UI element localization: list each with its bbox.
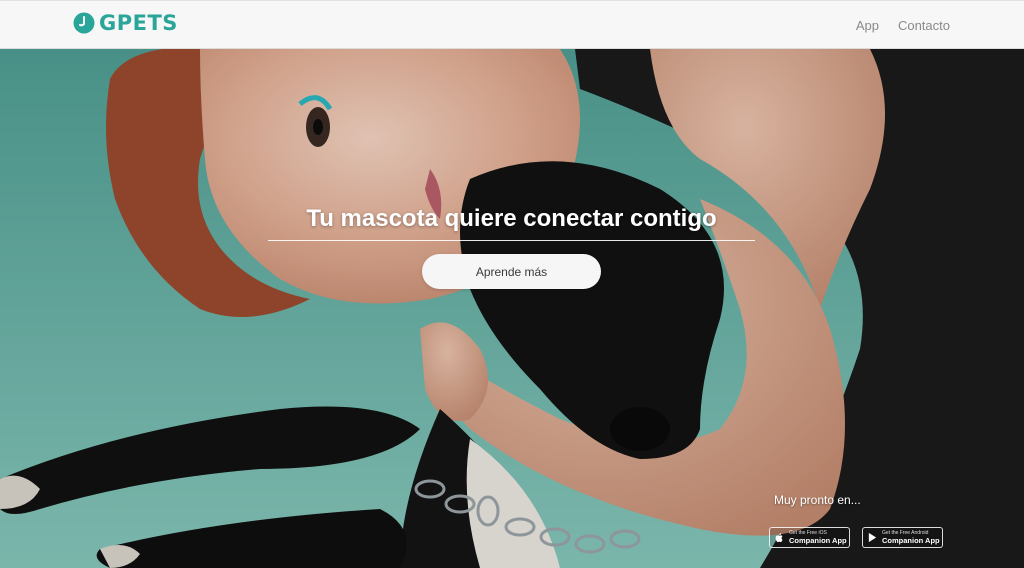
navbar: GPETS App Contacto (0, 0, 1024, 49)
landing-page: GPETS App Contacto Tu mascota quiere con… (0, 0, 1024, 568)
coming-soon-text: Muy pronto en... (774, 493, 861, 507)
logo-icon (73, 12, 95, 34)
google-play-icon (868, 532, 877, 543)
apple-icon (775, 533, 783, 543)
brand-name: GPETS (99, 11, 178, 35)
learn-more-button[interactable]: Aprende más (422, 254, 601, 289)
nav-links: App Contacto (856, 17, 950, 35)
hero-overlay (0, 49, 1024, 568)
hero-headline: Tu mascota quiere conectar contigo (306, 205, 717, 232)
nav-link-app[interactable]: App (856, 17, 879, 35)
ios-badge-main-text: Companion App (789, 536, 847, 545)
ios-badge-text: Get the Free iOS Companion App (789, 530, 847, 545)
android-badge-text: Get the Free Android Companion App (882, 530, 940, 545)
google-play-badge[interactable]: Get the Free Android Companion App (862, 527, 943, 548)
app-store-badge[interactable]: Get the Free iOS Companion App (769, 527, 850, 548)
headline-divider (268, 240, 755, 241)
hero-section: Tu mascota quiere conectar contigo Apren… (0, 49, 1024, 568)
nav-link-contacto[interactable]: Contacto (898, 17, 950, 35)
brand-logo[interactable]: GPETS (73, 11, 178, 35)
android-badge-main-text: Companion App (882, 536, 940, 545)
